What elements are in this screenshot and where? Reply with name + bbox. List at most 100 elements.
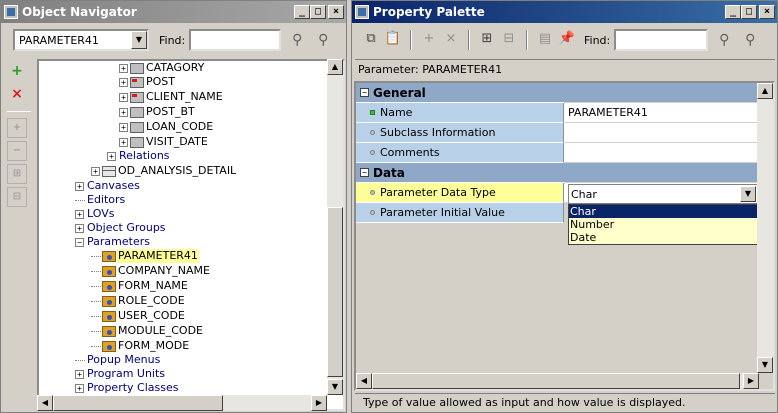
object-tree[interactable]: + CATAGORY + POST + CLIENT_NAME + POST_B… [37, 59, 345, 411]
category-data[interactable]: − Data [356, 163, 759, 183]
minimize-button[interactable]: _ [294, 5, 310, 19]
expand-icon[interactable]: + [75, 209, 84, 219]
freeze-icon[interactable]: 📌 [556, 29, 578, 51]
property-row-comments[interactable]: Comments [356, 143, 759, 163]
tree-item[interactable]: + OD_ANALYSIS_DETAIL [91, 164, 237, 178]
tree-item[interactable]: FORM_MODE [91, 339, 190, 353]
inherit-icon[interactable]: ▤ [534, 29, 556, 51]
scroll-thumb[interactable] [372, 373, 740, 389]
expand-icon[interactable]: + [119, 77, 128, 87]
expand-icon[interactable]: + [119, 107, 128, 117]
collapse-all-icon[interactable]: ⊟ [7, 187, 27, 207]
scroll-thumb[interactable] [327, 207, 343, 377]
expand-icon[interactable]: + [7, 118, 27, 138]
collapse-icon[interactable]: − [7, 141, 27, 161]
remove-property-icon[interactable]: × [440, 29, 462, 51]
expand-icon[interactable]: + [107, 151, 116, 161]
tree-item-parameters[interactable]: − Parameters [75, 235, 151, 249]
property-grid[interactable]: − General Name PARAMETER41 Subclass Infor… [354, 81, 775, 391]
create-icon[interactable]: + [7, 62, 27, 82]
scroll-left-arrow[interactable]: ◀ [37, 395, 53, 411]
maximize-button[interactable]: □ [741, 5, 757, 19]
data-type-select[interactable]: Char ▼ [568, 184, 758, 204]
palette-titlebar[interactable]: Property Palette _ □ × [352, 1, 777, 23]
tree-item[interactable]: COMPANY_NAME [91, 264, 211, 278]
scroll-down-arrow[interactable]: ▼ [757, 357, 773, 373]
close-button[interactable]: × [759, 5, 775, 19]
minimize-button[interactable]: _ [725, 5, 741, 19]
collapse-icon[interactable]: − [75, 237, 84, 247]
subclass-value-field[interactable] [564, 123, 759, 143]
tree-item[interactable]: ROLE_CODE [91, 294, 186, 308]
tree-item[interactable]: FORM_NAME [91, 279, 189, 293]
search-forward-icon[interactable]: ⚲ [714, 30, 734, 50]
tree-item-editors[interactable]: Editors [75, 193, 126, 207]
union-icon[interactable]: ⊞ [476, 29, 498, 51]
tree-item[interactable]: + VISIT_DATE [119, 135, 209, 149]
tree-item-canvases[interactable]: + Canvases [75, 179, 141, 193]
navigator-titlebar[interactable]: Object Navigator _ □ × [1, 1, 346, 23]
scroll-right-arrow[interactable]: ▶ [743, 373, 759, 389]
expand-icon[interactable]: + [75, 181, 84, 191]
scroll-down-arrow[interactable]: ▼ [327, 379, 343, 395]
property-row-subclass[interactable]: Subclass Information [356, 123, 759, 143]
paste-properties-icon[interactable]: 📋 [382, 29, 404, 51]
tree-item[interactable]: + POST [119, 75, 176, 89]
copy-properties-icon[interactable]: ⧉ [360, 29, 382, 51]
find-input[interactable] [189, 29, 282, 51]
chevron-down-icon[interactable]: ▼ [740, 186, 756, 202]
tree-item[interactable]: USER_CODE [91, 309, 186, 323]
expand-icon[interactable]: + [119, 92, 128, 102]
collapse-icon[interactable]: − [360, 88, 369, 97]
scroll-thumb[interactable] [53, 395, 223, 411]
scroll-right-arrow[interactable]: ▶ [311, 395, 327, 411]
navigator-vertical-scrollbar[interactable]: ▲ ▼ [327, 59, 343, 395]
scroll-up-arrow[interactable]: ▲ [327, 59, 343, 75]
expand-icon[interactable]: + [91, 166, 100, 176]
search-backward-icon[interactable]: ⚲ [313, 30, 333, 50]
tree-item-parameter41[interactable]: PARAMETER41 [91, 249, 199, 263]
expand-icon[interactable]: + [75, 383, 84, 393]
expand-icon[interactable]: + [75, 223, 84, 233]
tree-item[interactable]: + POST_BT [119, 105, 196, 119]
tree-item[interactable]: MODULE_CODE [91, 324, 204, 338]
expand-icon[interactable]: + [119, 137, 128, 147]
name-value-field[interactable]: PARAMETER41 [564, 103, 759, 123]
delete-icon[interactable]: × [7, 85, 27, 105]
close-button[interactable]: × [328, 5, 344, 19]
tree-item-lovs[interactable]: + LOVs [75, 207, 115, 221]
chevron-down-icon[interactable]: ▼ [131, 31, 147, 49]
maximize-button[interactable]: □ [310, 5, 326, 19]
tree-item-relations[interactable]: + Relations [107, 149, 171, 163]
dropdown-option-char[interactable]: Char [569, 205, 757, 218]
dropdown-option-date[interactable]: Date [569, 231, 757, 244]
tree-item[interactable]: + CLIENT_NAME [119, 90, 224, 104]
expand-all-icon[interactable]: ⊞ [7, 164, 27, 184]
parameter-icon [102, 250, 116, 262]
navigator-horizontal-scrollbar[interactable]: ◀ ▶ [37, 395, 327, 411]
tree-item-program-units[interactable]: + Program Units [75, 367, 166, 381]
property-row-name[interactable]: Name PARAMETER41 [356, 103, 759, 123]
intersection-icon[interactable]: ⊟ [498, 29, 520, 51]
expand-icon[interactable]: + [119, 63, 128, 73]
expand-icon[interactable]: + [119, 122, 128, 132]
object-combo[interactable]: PARAMETER41 ▼ [13, 29, 149, 51]
tree-item-object-groups[interactable]: + Object Groups [75, 221, 167, 235]
scroll-left-arrow[interactable]: ◀ [356, 373, 372, 389]
dropdown-option-number[interactable]: Number [569, 218, 757, 231]
expand-icon[interactable]: + [75, 369, 84, 379]
category-general[interactable]: − General [356, 83, 759, 103]
tree-item-popup-menus[interactable]: Popup Menus [75, 353, 161, 367]
scroll-up-arrow[interactable]: ▲ [757, 83, 773, 99]
tree-item-property-classes[interactable]: + Property Classes [75, 381, 179, 395]
add-property-icon[interactable]: + [418, 29, 440, 51]
tree-item[interactable]: + LOAN_CODE [119, 120, 214, 134]
search-backward-icon[interactable]: ⚲ [740, 30, 760, 50]
comments-value-field[interactable] [564, 143, 759, 163]
tree-item[interactable]: + CATAGORY [119, 61, 205, 75]
grid-vertical-scrollbar[interactable]: ▲ ▼ [757, 83, 773, 373]
collapse-icon[interactable]: − [360, 168, 369, 177]
search-forward-icon[interactable]: ⚲ [287, 30, 307, 50]
palette-find-input[interactable] [614, 29, 709, 51]
grid-horizontal-scrollbar[interactable]: ◀ ▶ [356, 373, 759, 389]
